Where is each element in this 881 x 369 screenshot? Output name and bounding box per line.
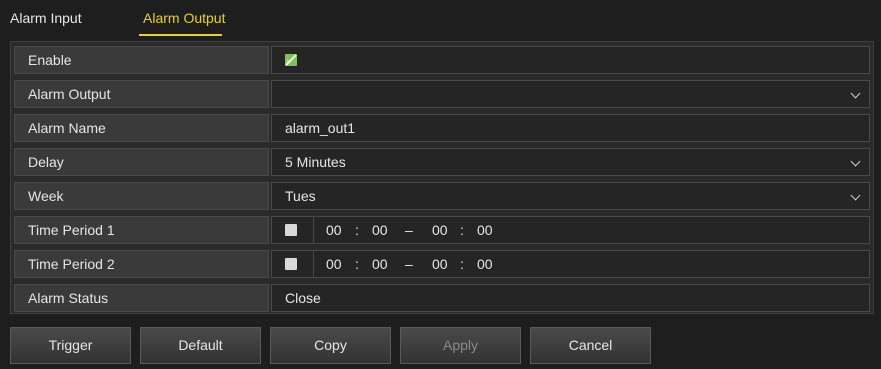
cancel-button[interactable]: Cancel xyxy=(530,327,651,364)
time-period-1-end-hour[interactable]: 00 xyxy=(432,217,448,243)
week-value: Tues xyxy=(285,188,316,204)
active-tab-indicator xyxy=(139,34,222,36)
time-separator: : xyxy=(355,256,359,272)
row-alarm-name: Alarm Name alarm_out1 xyxy=(11,112,873,144)
time-period-2-end-minute[interactable]: 00 xyxy=(477,251,493,277)
chevron-down-icon xyxy=(850,156,861,167)
tab-bar: Alarm Input Alarm Output xyxy=(0,0,881,36)
time-period-2-end-hour[interactable]: 00 xyxy=(432,251,448,277)
time-period-2-label: Time Period 2 xyxy=(14,250,269,278)
divider xyxy=(313,251,314,277)
tab-alarm-output[interactable]: Alarm Output xyxy=(143,10,225,26)
enable-label: Enable xyxy=(14,46,269,74)
time-separator: : xyxy=(460,222,464,238)
tab-alarm-input[interactable]: Alarm Input xyxy=(10,10,82,26)
delay-select[interactable]: 5 Minutes xyxy=(271,148,870,176)
time-period-1-cell: 00 : 00 – 00 : 00 xyxy=(271,216,870,244)
row-time-period-1: Time Period 1 00 : 00 – 00 : 00 xyxy=(11,214,873,246)
checkmark-icon xyxy=(285,54,297,66)
apply-button[interactable]: Apply xyxy=(400,327,521,364)
time-separator: : xyxy=(355,222,359,238)
copy-button[interactable]: Copy xyxy=(270,327,391,364)
row-alarm-status: Alarm Status Close xyxy=(11,282,873,314)
row-enable: Enable xyxy=(11,44,873,76)
row-delay: Delay 5 Minutes xyxy=(11,146,873,178)
delay-value: 5 Minutes xyxy=(285,154,346,170)
time-period-1-start-hour[interactable]: 00 xyxy=(326,217,342,243)
enable-checkbox[interactable] xyxy=(285,54,297,66)
time-range-dash: – xyxy=(405,256,413,272)
time-period-1-label: Time Period 1 xyxy=(14,216,269,244)
time-range-dash: – xyxy=(405,222,413,238)
time-period-1-end-minute[interactable]: 00 xyxy=(477,217,493,243)
button-bar: Trigger Default Copy Apply Cancel xyxy=(10,327,872,367)
time-period-1-checkbox[interactable] xyxy=(285,224,297,236)
alarm-output-select[interactable] xyxy=(271,80,870,108)
divider xyxy=(313,217,314,243)
trigger-button[interactable]: Trigger xyxy=(10,327,131,364)
alarm-status-label: Alarm Status xyxy=(14,284,269,312)
row-alarm-output: Alarm Output xyxy=(11,78,873,110)
week-label: Week xyxy=(14,182,269,210)
alarm-output-form: Enable Alarm Output Alarm Name alarm_out… xyxy=(10,41,874,314)
alarm-name-input[interactable]: alarm_out1 xyxy=(271,114,870,142)
alarm-name-label: Alarm Name xyxy=(14,114,269,142)
time-period-2-start-minute[interactable]: 00 xyxy=(372,251,388,277)
chevron-down-icon xyxy=(850,190,861,201)
row-week: Week Tues xyxy=(11,180,873,212)
week-select[interactable]: Tues xyxy=(271,182,870,210)
alarm-output-label: Alarm Output xyxy=(14,80,269,108)
time-separator: : xyxy=(460,256,464,272)
alarm-status-value: Close xyxy=(271,284,870,312)
time-period-1-start-minute[interactable]: 00 xyxy=(372,217,388,243)
time-period-2-checkbox[interactable] xyxy=(285,258,297,270)
time-period-2-cell: 00 : 00 – 00 : 00 xyxy=(271,250,870,278)
time-period-2-start-hour[interactable]: 00 xyxy=(326,251,342,277)
row-time-period-2: Time Period 2 00 : 00 – 00 : 00 xyxy=(11,248,873,280)
default-button[interactable]: Default xyxy=(140,327,261,364)
enable-value-cell xyxy=(271,46,870,74)
delay-label: Delay xyxy=(14,148,269,176)
chevron-down-icon xyxy=(850,88,861,99)
